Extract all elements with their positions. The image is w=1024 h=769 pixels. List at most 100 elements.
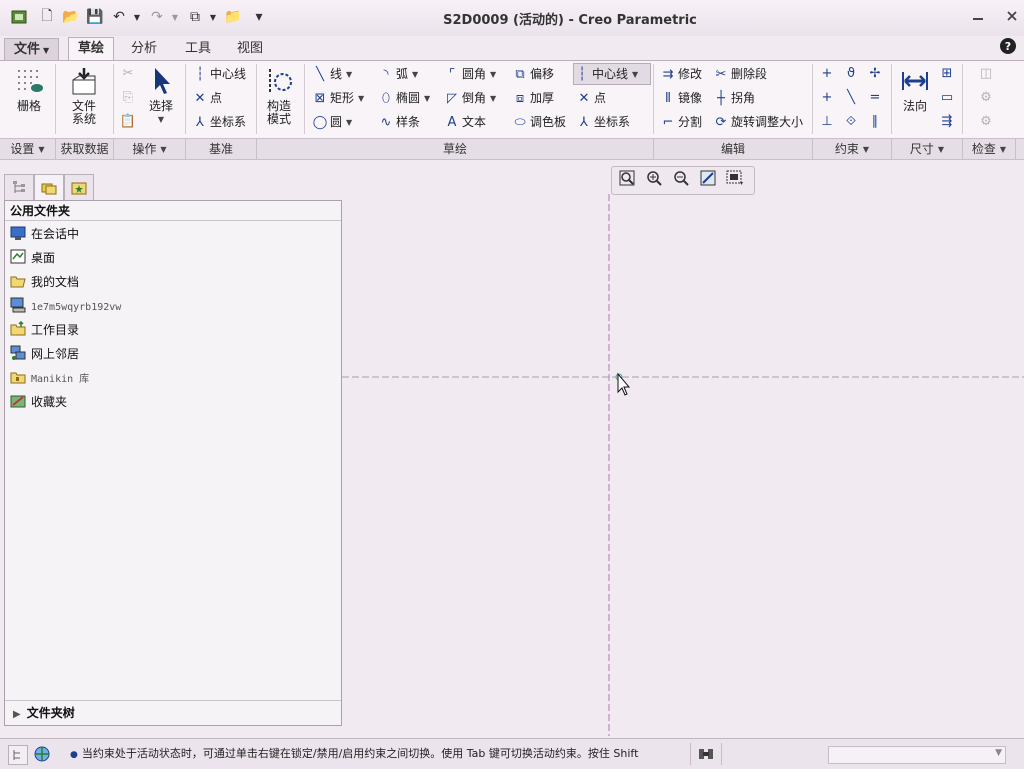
zoom-in-icon[interactable] — [643, 170, 665, 190]
toggle-navigator-icon[interactable] — [8, 745, 28, 765]
favorites-tab-icon[interactable] — [64, 174, 94, 201]
graphics-window[interactable] — [342, 160, 1024, 736]
datum-point-button[interactable]: ✕ 点 — [192, 88, 222, 108]
chamfer-dropdown-icon[interactable]: ▼ — [490, 89, 496, 109]
undo-icon[interactable]: ↶ — [110, 8, 128, 26]
folder-item-computer[interactable]: 1e7m5wqyrb192vw — [10, 295, 121, 317]
tangent-constraint-icon[interactable]: ϑ — [841, 64, 861, 84]
rotate-resize-button[interactable]: ⟳ 旋转调整大小 — [713, 112, 803, 132]
offset-button[interactable]: ⧉ 偏移 — [512, 64, 554, 84]
fillet-button[interactable]: ⌜ 圆角 ▼ — [444, 64, 496, 84]
sketch-centerline-button[interactable]: ┆ 中心线 ▼ — [573, 63, 651, 85]
folder-item-network[interactable]: 网上邻居 — [10, 343, 79, 365]
vertical-constraint-icon[interactable]: + — [817, 64, 837, 84]
modify-button[interactable]: ⇉ 修改 — [660, 64, 702, 84]
redo-icon[interactable]: ↷ — [148, 8, 166, 26]
new-file-icon[interactable]: 🗋 — [38, 8, 56, 26]
ellipse-dropdown-icon[interactable]: ▼ — [424, 89, 430, 109]
arc-dropdown-icon[interactable]: ▼ — [412, 65, 418, 85]
tab-file[interactable]: 文件 ▼ — [4, 38, 60, 61]
repaint-icon[interactable] — [697, 170, 719, 190]
ellipse-button[interactable]: ⬯ 椭圆 ▼ — [378, 88, 430, 108]
circle-dropdown-icon[interactable]: ▼ — [346, 113, 352, 133]
fillet-dropdown-icon[interactable]: ▼ — [490, 65, 496, 85]
group-dimension[interactable]: 尺寸 ▼ — [892, 139, 963, 159]
folder-item-manikin-library[interactable]: Manikin 库 — [10, 367, 89, 389]
sketch-csys-button[interactable]: ⅄ 坐标系 — [576, 112, 630, 132]
tab-view[interactable]: 视图 — [228, 38, 272, 59]
equal-constraint-icon[interactable]: = — [865, 88, 885, 108]
thicken-button[interactable]: ⧈ 加厚 — [512, 88, 554, 108]
highlight-open-ends-icon[interactable]: ⚙ — [976, 88, 996, 108]
reference-dimension-icon[interactable]: ▭ — [937, 88, 957, 108]
save-icon[interactable]: 💾 — [86, 8, 104, 26]
browser-icon[interactable] — [32, 744, 52, 764]
rectangle-dropdown-icon[interactable]: ▼ — [358, 89, 364, 109]
windows-icon[interactable]: ⧉ — [186, 8, 204, 26]
datum-centerline-button[interactable]: ┆ 中心线 — [192, 64, 246, 84]
shade-closed-loops-icon[interactable]: ⚙ — [976, 112, 996, 132]
overlapping-geometry-icon[interactable]: ◫ — [976, 64, 996, 84]
line-button[interactable]: ╲ 线 ▼ — [312, 64, 352, 84]
folder-item-favorites[interactable]: 收藏夹 — [10, 391, 67, 413]
mirror-button[interactable]: ⫴ 镜像 — [660, 88, 702, 108]
coincident-constraint-icon[interactable]: ╲ — [841, 88, 861, 108]
minimize-icon[interactable] — [970, 8, 986, 24]
perpendicular-constraint-icon[interactable]: ⊥ — [817, 112, 837, 132]
windows-dropdown-icon[interactable]: ▼ — [204, 8, 222, 26]
file-system-button[interactable]: 文件 系统 — [62, 66, 106, 126]
smart-filter-icon[interactable] — [690, 743, 722, 765]
customize-toolbar-icon[interactable]: ▾ — [250, 8, 268, 26]
spline-button[interactable]: ∿ 样条 — [378, 112, 420, 132]
folder-item-working-directory[interactable]: 工作目录 — [10, 319, 79, 341]
group-constrain[interactable]: 约束 ▼ — [813, 139, 892, 159]
sketch-centerline-dropdown-icon[interactable]: ▼ — [632, 65, 638, 85]
redo-dropdown-icon[interactable]: ▼ — [166, 8, 184, 26]
group-operations[interactable]: 操作 ▼ — [114, 139, 186, 159]
paste-icon[interactable]: 📋 — [118, 112, 138, 132]
selection-filter-dropdown[interactable]: ▼ — [828, 746, 1006, 764]
chamfer-button[interactable]: ◸ 倒角 ▼ — [444, 88, 496, 108]
open-file-icon[interactable]: 📂 — [62, 8, 80, 26]
tab-tools[interactable]: 工具 — [176, 38, 220, 59]
zoom-out-icon[interactable] — [670, 170, 692, 190]
midpoint-constraint-icon[interactable]: ✢ — [865, 64, 885, 84]
close-icon[interactable] — [1004, 8, 1020, 24]
folder-tree-toggle[interactable]: ▶ 文件夹树 — [5, 700, 341, 724]
text-button[interactable]: A 文本 — [444, 112, 486, 132]
select-button[interactable]: 选择 ▼ — [142, 66, 180, 126]
datum-csys-button[interactable]: ⅄ 坐标系 — [192, 112, 246, 132]
horizontal-constraint-icon[interactable]: + — [817, 88, 837, 108]
perimeter-dimension-icon[interactable]: ⊞ — [937, 64, 957, 84]
parallel-constraint-icon[interactable]: ∥ — [865, 112, 885, 132]
undo-dropdown-icon[interactable]: ▼ — [128, 8, 146, 26]
model-tree-tab-icon[interactable] — [4, 174, 34, 201]
arc-button[interactable]: ◝ 弧 ▼ — [378, 64, 418, 84]
folder-item-desktop[interactable]: 桌面 — [10, 247, 55, 269]
folder-item-in-session[interactable]: 在会话中 — [10, 223, 79, 245]
baseline-dimension-icon[interactable]: ⇶ — [937, 112, 957, 132]
copy-icon[interactable]: ⎘ — [118, 88, 138, 108]
corner-button[interactable]: ┼ 拐角 — [713, 88, 755, 108]
close-window-icon[interactable]: 📁 — [224, 8, 242, 26]
select-dropdown-icon[interactable]: ▼ — [158, 113, 164, 126]
tab-analysis[interactable]: 分析 — [122, 38, 166, 59]
tab-sketch[interactable]: 草绘 — [68, 37, 115, 60]
folder-item-my-documents[interactable]: 我的文档 — [10, 271, 79, 293]
line-dropdown-icon[interactable]: ▼ — [346, 65, 352, 85]
grid-button[interactable]: 栅格 — [8, 66, 50, 113]
palette-button[interactable]: ⬭ 调色板 — [512, 112, 566, 132]
rectangle-button[interactable]: ⊠ 矩形 ▼ — [312, 88, 365, 109]
divide-button[interactable]: ⌐ 分割 — [660, 112, 702, 132]
normal-dimension-button[interactable]: 法向 — [896, 66, 934, 113]
group-settings[interactable]: 设置 ▼ — [0, 139, 56, 159]
construction-mode-button[interactable]: 构造 模式 — [260, 66, 298, 126]
display-style-icon[interactable] — [724, 170, 746, 190]
delete-segment-button[interactable]: ✂ 删除段 — [713, 64, 767, 84]
folder-browser-tab-icon[interactable] — [34, 174, 64, 200]
group-inspect[interactable]: 检查 ▼ — [963, 139, 1016, 159]
refit-icon[interactable] — [616, 170, 638, 190]
sketch-point-button[interactable]: ✕ 点 — [576, 88, 606, 108]
cut-icon[interactable]: ✂ — [118, 64, 138, 84]
symmetric-constraint-icon[interactable]: ⟐ — [841, 112, 861, 132]
